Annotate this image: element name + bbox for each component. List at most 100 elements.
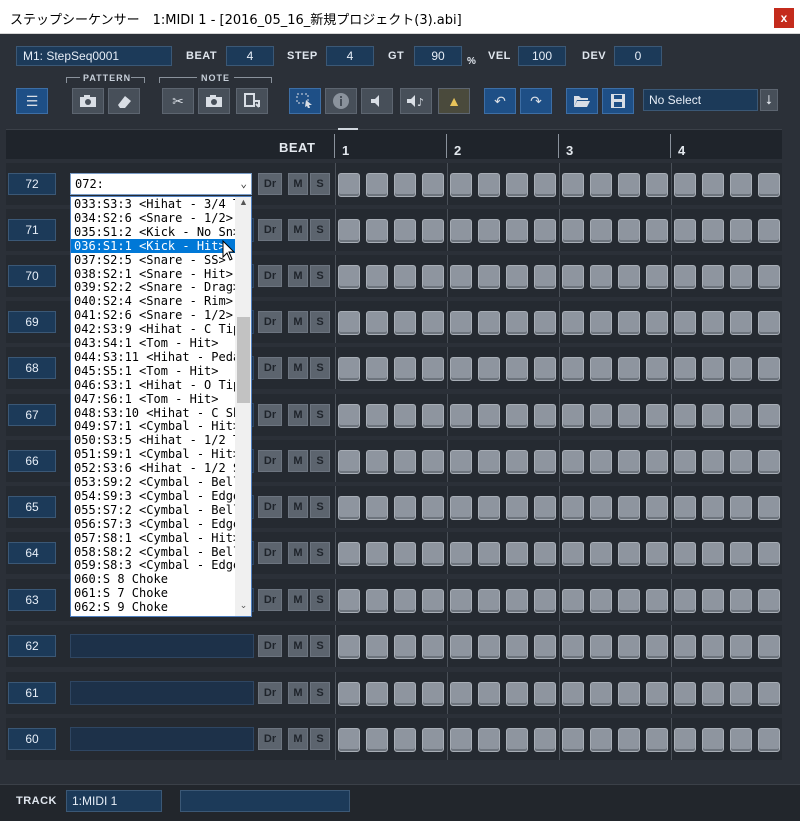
step-cell[interactable] xyxy=(758,219,780,243)
step-cell[interactable] xyxy=(478,728,500,752)
dropdown-option[interactable]: 058:S8:2 <Cymbal - Bell xyxy=(71,545,235,559)
step-cell[interactable] xyxy=(646,542,668,566)
step-cell[interactable] xyxy=(450,496,472,520)
step-cell[interactable] xyxy=(338,542,360,566)
step-cell[interactable] xyxy=(702,357,724,381)
step-cell[interactable] xyxy=(478,682,500,706)
step-cell[interactable] xyxy=(394,357,416,381)
step-cell[interactable] xyxy=(702,404,724,428)
step-cell[interactable] xyxy=(758,496,780,520)
scroll-up-icon[interactable]: ▲ xyxy=(235,197,251,211)
dropdown-option[interactable]: 050:S3:5 <Hihat - 1/2 T xyxy=(71,433,235,447)
solo-button[interactable]: S xyxy=(310,173,330,195)
step-cell[interactable] xyxy=(730,450,752,474)
step-cell[interactable] xyxy=(422,589,444,613)
solo-button[interactable]: S xyxy=(310,450,330,472)
scroll-down-icon[interactable]: ⌄ xyxy=(235,600,251,614)
solo-button[interactable]: S xyxy=(310,589,330,611)
deviation-field[interactable]: 0 xyxy=(614,46,662,66)
step-cell[interactable] xyxy=(338,728,360,752)
step-cell[interactable] xyxy=(758,357,780,381)
step-cell[interactable] xyxy=(366,311,388,335)
step-cell[interactable] xyxy=(618,173,640,197)
dropdown-option[interactable]: 047:S6:1 <Tom - Hit> xyxy=(71,392,235,406)
instrument-select[interactable] xyxy=(70,727,254,751)
dropdown-option[interactable]: 054:S9:3 <Cymbal - Edge xyxy=(71,489,235,503)
note-number[interactable]: 67 xyxy=(8,404,56,426)
solo-button[interactable]: S xyxy=(310,265,330,287)
step-cell[interactable] xyxy=(338,357,360,381)
step-cell[interactable] xyxy=(422,357,444,381)
dropdown-option[interactable]: 037:S2:5 <Snare - SS> xyxy=(71,253,235,267)
step-cell[interactable] xyxy=(562,311,584,335)
step-cell[interactable] xyxy=(422,728,444,752)
step-cell[interactable] xyxy=(534,589,556,613)
step-cell[interactable] xyxy=(506,682,528,706)
step-cell[interactable] xyxy=(394,728,416,752)
step-cell[interactable] xyxy=(422,404,444,428)
note-number[interactable]: 68 xyxy=(8,357,56,379)
track-info-field[interactable] xyxy=(180,790,350,812)
step-cell[interactable] xyxy=(562,450,584,474)
select-apply-button[interactable]: ⭣ xyxy=(760,89,778,111)
dropdown-option[interactable]: 049:S7:1 <Cymbal - Hit> xyxy=(71,419,235,433)
step-cell[interactable] xyxy=(338,265,360,289)
step-cell[interactable] xyxy=(506,542,528,566)
step-field[interactable]: 4 xyxy=(326,46,374,66)
step-cell[interactable] xyxy=(590,404,612,428)
open-button[interactable] xyxy=(566,88,598,114)
step-cell[interactable] xyxy=(590,311,612,335)
redo-button[interactable]: ↷ xyxy=(520,88,552,114)
select-combo[interactable]: No Select xyxy=(643,89,758,111)
solo-button[interactable]: S xyxy=(310,404,330,426)
step-cell[interactable] xyxy=(450,404,472,428)
velocity-field[interactable]: 100 xyxy=(518,46,566,66)
step-cell[interactable] xyxy=(730,311,752,335)
solo-button[interactable]: S xyxy=(310,542,330,564)
mute-button[interactable]: M xyxy=(288,219,308,241)
step-cell[interactable] xyxy=(562,542,584,566)
step-cell[interactable] xyxy=(506,450,528,474)
step-cell[interactable] xyxy=(702,219,724,243)
step-cell[interactable] xyxy=(590,589,612,613)
dropdown-scrollbar[interactable]: ▲ ⌄ xyxy=(235,197,251,616)
note-number[interactable]: 60 xyxy=(8,728,56,750)
step-cell[interactable] xyxy=(618,450,640,474)
step-cell[interactable] xyxy=(730,173,752,197)
dropdown-option[interactable]: 062:S 9 Choke xyxy=(71,600,235,614)
step-cell[interactable] xyxy=(618,357,640,381)
dropdown-option[interactable]: 036:S1:1 <Kick - Hit> xyxy=(71,238,235,253)
preview-sound-button[interactable] xyxy=(361,88,393,114)
step-cell[interactable] xyxy=(758,404,780,428)
step-cell[interactable] xyxy=(590,173,612,197)
step-cell[interactable] xyxy=(646,173,668,197)
step-cell[interactable] xyxy=(506,404,528,428)
step-cell[interactable] xyxy=(590,219,612,243)
dropdown-option[interactable]: 035:S1:2 <Kick - No Sn> xyxy=(71,225,235,239)
dropdown-option[interactable]: 048:S3:10 <Hihat - C Sh xyxy=(71,406,235,420)
step-cell[interactable] xyxy=(618,728,640,752)
step-cell[interactable] xyxy=(394,450,416,474)
step-cell[interactable] xyxy=(758,173,780,197)
step-cell[interactable] xyxy=(590,496,612,520)
step-cell[interactable] xyxy=(422,173,444,197)
step-cell[interactable] xyxy=(758,542,780,566)
step-cell[interactable] xyxy=(366,728,388,752)
step-cell[interactable] xyxy=(702,589,724,613)
drum-button[interactable]: Dr xyxy=(258,728,282,750)
step-cell[interactable] xyxy=(702,173,724,197)
step-cell[interactable] xyxy=(506,173,528,197)
step-cell[interactable] xyxy=(422,311,444,335)
step-cell[interactable] xyxy=(646,728,668,752)
step-cell[interactable] xyxy=(478,496,500,520)
step-cell[interactable] xyxy=(702,635,724,659)
note-number[interactable]: 63 xyxy=(8,589,56,611)
step-cell[interactable] xyxy=(674,496,696,520)
step-cell[interactable] xyxy=(478,589,500,613)
step-cell[interactable] xyxy=(534,682,556,706)
step-cell[interactable] xyxy=(534,357,556,381)
dropdown-option[interactable]: 051:S9:1 <Cymbal - Hit> xyxy=(71,447,235,461)
mute-button[interactable]: M xyxy=(288,450,308,472)
note-number[interactable]: 72 xyxy=(8,173,56,195)
solo-button[interactable]: S xyxy=(310,311,330,333)
